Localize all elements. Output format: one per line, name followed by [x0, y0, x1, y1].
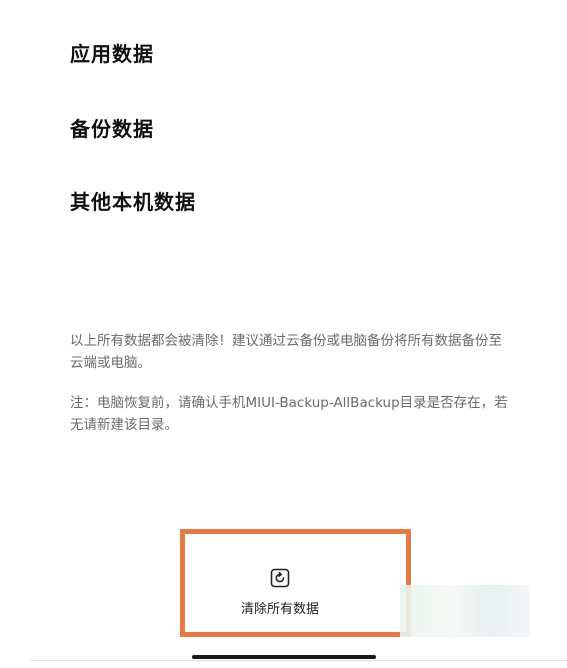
clear-data-icon — [270, 568, 290, 588]
warning-note: 以上所有数据都会被清除！建议通过云备份或电脑备份将所有数据备份至云端或电脑。 — [70, 333, 502, 371]
clear-all-data-label: 清除所有数据 — [240, 602, 319, 617]
home-indicator[interactable] — [192, 655, 376, 659]
divider — [30, 660, 567, 661]
reset-data-screen: 应用数据 备份数据 其他本机数据 以上所有数据都会被清除！建议通过云备份或电脑备… — [0, 0, 567, 668]
tip-note: 注：电脑恢复前，请确认手机MIUI-Backup-AllBackup目录是否存在… — [70, 395, 508, 433]
section-backup-data: 备份数据 — [70, 117, 154, 141]
section-other-local-data: 其他本机数据 — [70, 190, 196, 214]
clear-all-data-button[interactable]: 清除所有数据 — [205, 568, 355, 617]
blurred-region — [400, 585, 530, 637]
section-app-data: 应用数据 — [70, 42, 154, 66]
